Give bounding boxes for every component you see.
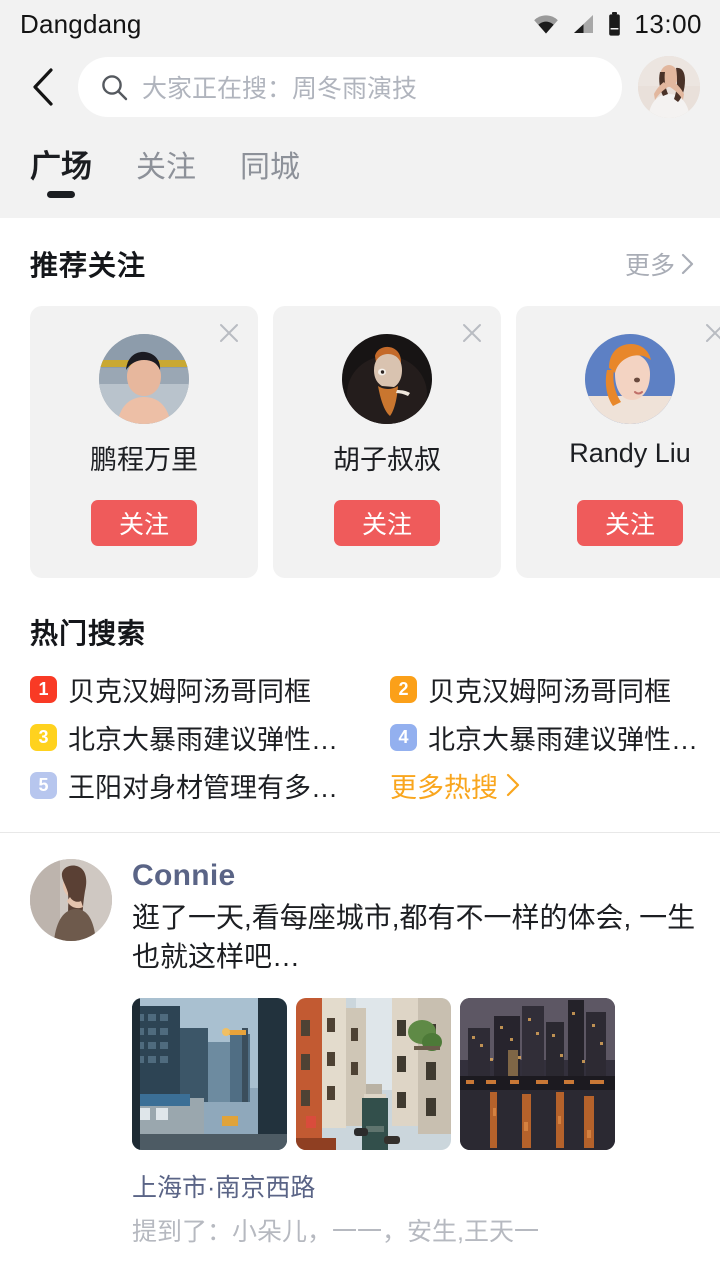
post-body: Connie 逛了一天,看每座城市,都有不一样的体会, 一生也就这样吧… 上海市… [132,859,720,1248]
recommend-card[interactable]: 胡子叔叔 关注 [273,306,501,578]
hot-search-text: 王阳对身材管理有多… [68,772,338,803]
close-icon[interactable] [461,322,483,349]
clock: 13:00 [634,8,702,39]
rank-badge: 3 [30,723,57,751]
app-screen: Dangdang 13:00 大家正在搜：周冬雨演技 广场 关注 同城 推荐关注… [0,0,720,1280]
recommend-user-name: 胡子叔叔 [333,445,441,475]
search-input[interactable]: 大家正在搜：周冬雨演技 [78,57,622,117]
rank-badge: 1 [30,675,57,703]
tab-nearby[interactable]: 同城 [240,142,300,200]
hot-search-more-button[interactable]: 更多热搜 [390,766,720,804]
recommend-card[interactable]: 鹏程万里 关注 [30,306,258,578]
hot-search-text: 贝克汉姆阿汤哥同框 [428,676,671,707]
profile-avatar[interactable] [638,56,700,118]
waterfront-skyline-photo [460,998,615,1151]
hot-search-more-label: 更多热搜 [390,772,498,803]
recommend-card-list[interactable]: 鹏程万里 关注 胡子叔叔 关注 Randy Liu 关注 [0,284,720,578]
post-image[interactable] [132,998,287,1151]
search-row: 大家正在搜：周冬雨演技 [0,48,720,126]
recommend-user-name: 鹏程万里 [90,445,198,475]
recommend-title: 推荐关注 [30,250,147,281]
search-icon [102,75,128,101]
recommend-section: 推荐关注 更多 鹏程万里 关注 胡子叔叔 关注 Randy Liu 关注 [0,218,720,578]
rank-badge: 5 [30,771,57,799]
post-username[interactable]: Connie [132,859,698,893]
tab-following-label: 关注 [136,151,196,184]
avatar-image [638,56,700,118]
close-glyph [706,324,720,342]
battery-icon [609,12,621,36]
post-location[interactable]: 上海市·南京西路 [132,1168,698,1204]
avatar-image [585,334,675,424]
avatar-image [99,334,189,424]
active-tab-indicator [47,191,75,198]
recommend-more-label: 更多 [624,252,675,280]
avatar [99,334,189,424]
post-image[interactable] [296,998,451,1151]
wifi-icon [534,15,559,34]
hot-search-item[interactable]: 2 贝克汉姆阿汤哥同框 [390,670,720,708]
hot-search-item[interactable]: 3 北京大暴雨建议弹性… [30,718,390,756]
avatar [585,334,675,424]
tab-following[interactable]: 关注 [136,142,196,200]
hot-search-item[interactable]: 1 贝克汉姆阿汤哥同框 [30,670,390,708]
recommend-more-button[interactable]: 更多 [625,246,694,282]
post-content: 逛了一天,看每座城市,都有不一样的体会, 一生也就这样吧… [132,902,696,972]
venice-canal-photo [296,998,451,1151]
chevron-right-icon [681,253,694,275]
close-icon[interactable] [218,322,240,349]
rank-badge: 2 [390,675,417,703]
hot-search-item[interactable]: 5 王阳对身材管理有多… [30,766,390,804]
rank-badge: 4 [390,723,417,751]
app-title: Dangdang [20,8,142,39]
header-region: Dangdang 13:00 大家正在搜：周冬雨演技 广场 关注 同城 [0,0,720,218]
search-placeholder: 大家正在搜：周冬雨演技 [142,75,418,103]
city-street-photo [132,998,287,1151]
recommend-user-name: Randy Liu [569,438,691,468]
tab-nearby-label: 同城 [240,151,300,184]
follow-button[interactable]: 关注 [577,500,683,546]
feed-post[interactable]: Connie 逛了一天,看每座城市,都有不一样的体会, 一生也就这样吧… 上海市… [0,833,720,1248]
hot-search-title: 热门搜索 [30,618,147,649]
status-bar: Dangdang 13:00 [0,0,720,48]
tab-square[interactable]: 广场 [30,141,92,200]
hot-search-text: 北京大暴雨建议弹性… [428,724,698,755]
tab-bar: 广场 关注 同城 [0,126,720,200]
hot-search-item[interactable]: 4 北京大暴雨建议弹性… [390,718,720,756]
avatar-image [30,859,112,941]
status-bar-icons: 13:00 [533,9,702,40]
recommend-card[interactable]: Randy Liu 关注 [516,306,720,578]
avatar [342,334,432,424]
close-glyph [220,324,238,342]
chevron-right-icon [506,773,520,797]
cellular-signal-icon [574,15,594,33]
back-button[interactable] [24,64,62,110]
hot-search-list: 1 贝克汉姆阿汤哥同框 2 贝克汉姆阿汤哥同框 3 北京大暴雨建议弹性… 4 北… [0,652,720,804]
hot-search-section: 热门搜索 1 贝克汉姆阿汤哥同框 2 贝克汉姆阿汤哥同框 3 北京大暴雨建议弹性… [0,578,720,832]
follow-button[interactable]: 关注 [334,500,440,546]
post-image-grid [132,998,698,1151]
post-mentions: 提到了：小朵儿，一一，安生,王天一 [132,1218,539,1247]
avatar[interactable] [30,859,112,941]
recommend-header: 推荐关注 更多 [0,244,720,284]
close-icon[interactable] [704,322,720,349]
hot-search-text: 贝克汉姆阿汤哥同框 [68,676,311,707]
avatar-image [342,334,432,424]
close-glyph [463,324,481,342]
follow-button[interactable]: 关注 [91,500,197,546]
post-image[interactable] [460,998,615,1151]
chevron-left-icon [33,68,53,106]
hot-search-text: 北京大暴雨建议弹性… [68,724,338,755]
tab-square-label: 广场 [30,149,92,184]
